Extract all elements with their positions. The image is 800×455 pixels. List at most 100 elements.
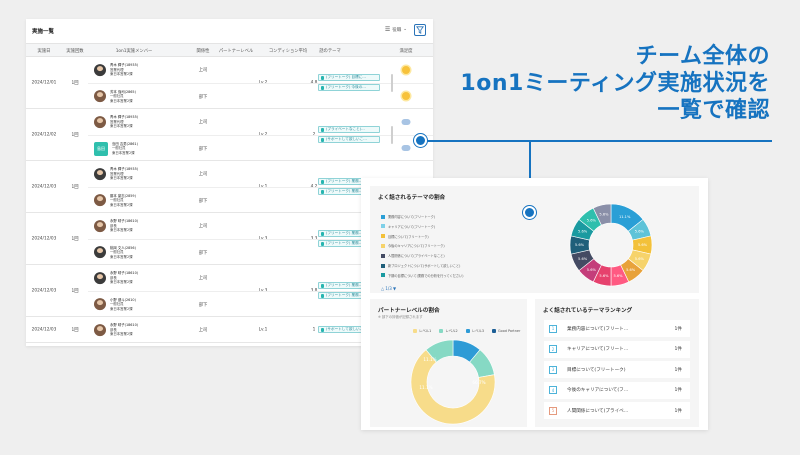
member-department: 東日本営業2課 bbox=[110, 72, 133, 77]
theme-scrollbar[interactable] bbox=[391, 74, 393, 92]
donut-label: 5.6% bbox=[638, 243, 648, 247]
member-department: 東日本営業2課 bbox=[110, 254, 133, 259]
legend-item[interactable]: 目標について(フリートーク) bbox=[381, 234, 429, 239]
legend-swatch bbox=[381, 224, 385, 229]
legend-label: 目標について(フリートーク) bbox=[388, 234, 429, 239]
theme-tag[interactable]: (サポートして欲しいこ… bbox=[318, 136, 380, 143]
table-title: 実施一覧 bbox=[32, 29, 55, 35]
donut-label: 5.6% bbox=[635, 230, 645, 234]
ranking-item[interactable]: 1 業務内容について(フリート… 1件 bbox=[544, 320, 690, 337]
col-date[interactable]: 実施日 bbox=[38, 48, 51, 54]
theme-tag[interactable]: (プライベートなこと)… bbox=[318, 126, 380, 133]
legend-item[interactable]: 新プロジェクトについて(サポートして欲しいこと) bbox=[381, 263, 460, 268]
headline: チーム全体の 1on1ミーティング実施状況を 一覧で確認 bbox=[460, 43, 770, 124]
legend-swatch bbox=[381, 214, 385, 219]
legend-item[interactable]: 下期の目標について(業務での分析を行ってください) bbox=[381, 273, 463, 278]
member-info: 青木 輝子(18935) 営業代理 東日本営業2課 bbox=[110, 63, 138, 77]
col-satisfaction[interactable]: 満足度 bbox=[400, 48, 413, 54]
ranking-item[interactable]: 2 キャリアについて(フリート… 1件 bbox=[544, 340, 690, 358]
member-name: 青木 輝子(18935) bbox=[110, 115, 139, 120]
avatar bbox=[94, 324, 106, 336]
sort-icon: ☰ bbox=[384, 26, 391, 33]
legend-item[interactable]: Good Partner bbox=[492, 328, 520, 333]
legend-item[interactable]: 今後のキャリアについて(フリートーク) bbox=[381, 243, 445, 248]
legend-item[interactable]: レベル2 bbox=[439, 328, 458, 333]
member-name: 藤本 豪志(2859) bbox=[110, 193, 136, 198]
member-department: 東日本営業2課 bbox=[110, 98, 133, 103]
rank-count: 1件 bbox=[674, 347, 682, 352]
member-name: 青木 輝子(18935) bbox=[110, 63, 139, 68]
member-department: 東日本営業2課 bbox=[110, 202, 133, 207]
member-cell[interactable]: 芳本 強司(2865) 一般社員 東日本営業2課 bbox=[94, 90, 136, 104]
avatar bbox=[94, 64, 106, 76]
legend-item[interactable]: レベル1 bbox=[413, 328, 431, 333]
legend-swatch bbox=[381, 263, 385, 268]
rank-badge: 3 bbox=[549, 365, 557, 374]
col-partner-level[interactable]: パートナーレベル bbox=[219, 48, 253, 54]
member-cell[interactable]: 永野 晴子(18610) 部長 東日本営業2課 bbox=[94, 271, 138, 285]
cell-date: 2024/12/03 bbox=[31, 184, 57, 190]
cell-count: 1回 bbox=[71, 289, 79, 294]
donut-label: 66.7% bbox=[472, 380, 485, 385]
member-cell[interactable]: 青木 輝子(18935) 営業代理 東日本営業2課 bbox=[94, 167, 138, 181]
legend-item[interactable]: 人間関係について(プライベートなこと) bbox=[381, 253, 445, 258]
rank-badge: 4 bbox=[549, 386, 557, 394]
legend-pager[interactable]: △ 1/3 ▼ bbox=[381, 286, 396, 291]
member-cell[interactable]: 藤本 豪志(2859) 一般社員 東日本営業2課 bbox=[94, 194, 136, 208]
cell-relation: 上司 bbox=[198, 276, 208, 281]
connector-dot-table bbox=[414, 134, 427, 147]
cloud-icon bbox=[401, 145, 411, 151]
legend-item[interactable]: キャリアについて(フリートーク) bbox=[381, 224, 435, 229]
sort-button[interactable]: ☰ 役職 ⌄ bbox=[385, 26, 407, 33]
member-cell[interactable]: 小野 健斗(2610) 一般社員 東日本営業2課 bbox=[94, 298, 136, 312]
donut-label: 5.6% bbox=[635, 257, 645, 261]
connector-dot-dashboard bbox=[523, 206, 536, 219]
legend-label: Good Partner bbox=[498, 328, 521, 333]
donut-label: 5.6% bbox=[613, 274, 623, 278]
legend-item[interactable]: レベル3 bbox=[465, 328, 484, 333]
member-cell[interactable]: 永野 晴子(18610) 部長 東日本営業2課 bbox=[94, 219, 138, 233]
ranking-item[interactable]: 5 人間関係について(プライベ… 1件 bbox=[544, 402, 690, 419]
ranking-item[interactable]: 4 今後のキャリアについて(フ… 1件 bbox=[544, 381, 690, 399]
theme-tag[interactable]: (フリートーク) 今後の… bbox=[318, 84, 380, 91]
legend-swatch bbox=[381, 273, 385, 278]
col-theme[interactable]: 話のテーマ bbox=[319, 48, 340, 54]
member-cell[interactable]: 青木 輝子(18935) 営業代理 東日本営業2課 bbox=[94, 115, 138, 129]
cell-relation: 上司 bbox=[198, 120, 208, 125]
col-condition[interactable]: コンディション平均 bbox=[269, 48, 307, 54]
legend-label: キャリアについて(フリートーク) bbox=[388, 224, 436, 229]
member-cell[interactable]: 桃岡 文人(2856) 一般社員 東日本営業2課 bbox=[94, 246, 136, 260]
table-row[interactable]: 2024/12/02 1回 Lv.2 2 青木 輝子(18935) 営業代理 東日本営業2課… bbox=[26, 109, 433, 161]
legend-item[interactable]: 業務内容について(フリートーク) bbox=[381, 214, 435, 219]
member-name: 永野 晴子(18610) bbox=[110, 271, 139, 276]
theme-tag[interactable]: (フリートーク) 目標に… bbox=[318, 74, 380, 81]
sun-icon bbox=[402, 92, 410, 100]
cell-date: 2024/12/01 bbox=[31, 80, 57, 86]
col-count[interactable]: 実施回数 bbox=[66, 48, 83, 54]
cell-date: 2024/12/02 bbox=[31, 132, 57, 138]
headline-line-1: チーム全体の bbox=[635, 44, 770, 69]
member-name: 小野 健斗(2610) bbox=[110, 297, 136, 302]
member-cell[interactable]: 島田 島田 吉男(2861) 一般社員 東日本営業2課 bbox=[94, 141, 138, 156]
cell-relation: 部下 bbox=[198, 95, 208, 100]
donut-label: 11.1% bbox=[419, 385, 432, 390]
avatar bbox=[94, 272, 106, 284]
member-cell[interactable]: 青木 輝子(18935) 営業代理 東日本営業2課 bbox=[94, 63, 138, 77]
col-member[interactable]: 1on1実施メンバー bbox=[116, 48, 153, 54]
theme-ranking-title: よく話されているテーマランキング bbox=[543, 308, 633, 314]
filter-button[interactable] bbox=[414, 24, 426, 36]
member-cell[interactable]: 永野 晴子(18610) 部長 東日本営業2課 bbox=[94, 323, 138, 337]
ranking-item[interactable]: 3 目標について(フリートーク) 1件 bbox=[544, 361, 690, 378]
donut-label: 11.1% bbox=[423, 357, 436, 362]
legend-swatch bbox=[492, 328, 497, 333]
donut-label: 5.6% bbox=[587, 219, 597, 223]
table-row[interactable]: 2024/12/01 1回 Lv.2 4.8 青木 輝子(18935) 営業代理 東日本営業… bbox=[26, 57, 433, 109]
col-relation[interactable]: 関係性 bbox=[197, 48, 210, 54]
member-info: 青木 輝子(18935) 営業代理 東日本営業2課 bbox=[110, 115, 138, 129]
connector-line bbox=[420, 140, 772, 142]
legend-label: レベル2 bbox=[445, 329, 458, 333]
member-info: 永野 晴子(18610) 部長 東日本営業2課 bbox=[110, 271, 138, 285]
theme-ratio-panel: よく話されるテーマの割合 業務内容について(フリートーク) キャリアについて(フリ… bbox=[370, 186, 699, 293]
theme-scrollbar[interactable] bbox=[391, 126, 393, 144]
member-name: 永野 晴子(18610) bbox=[110, 219, 139, 224]
